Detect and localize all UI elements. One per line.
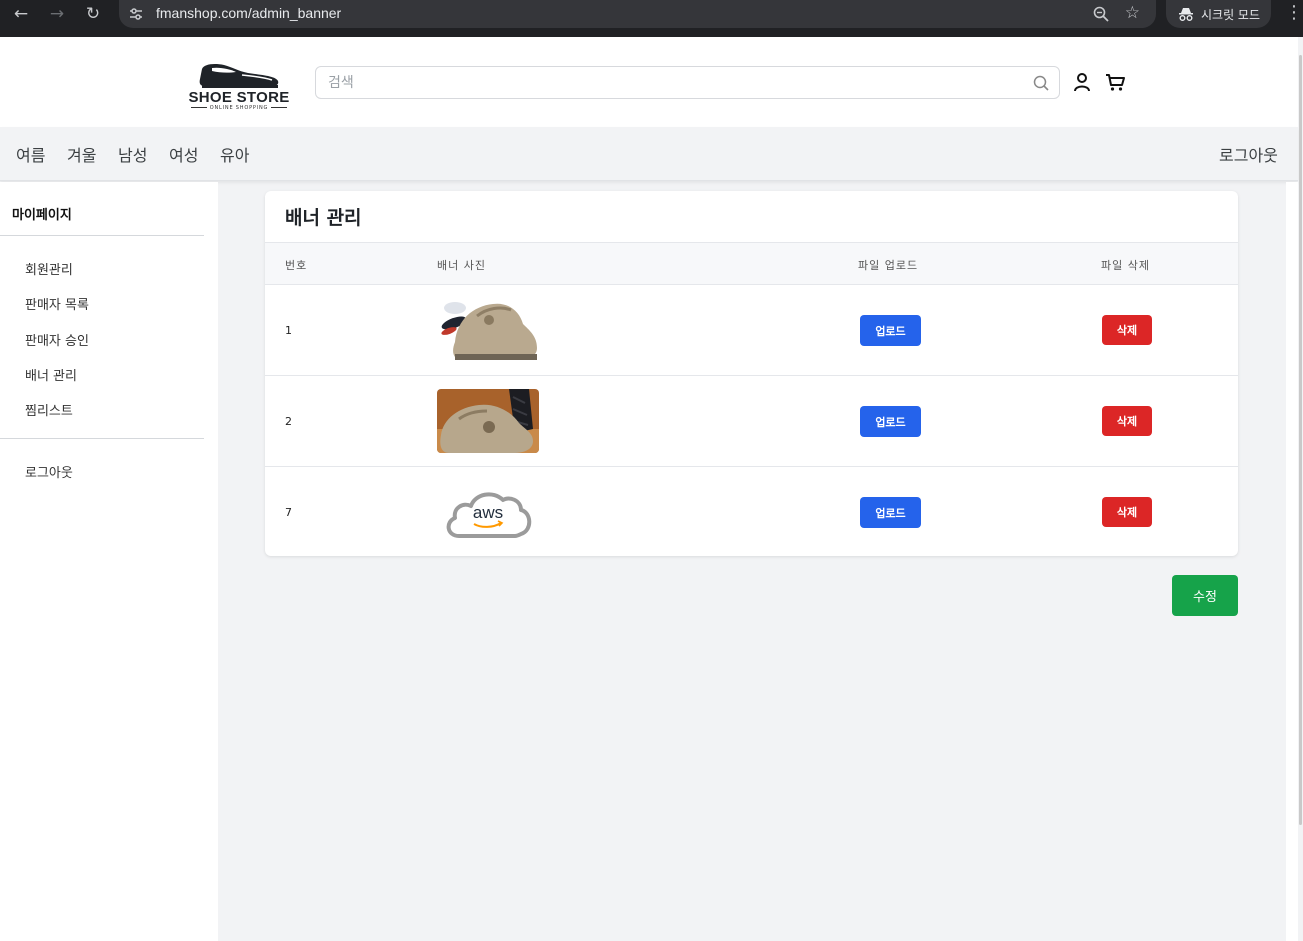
browser-menu-icon[interactable]: ⋮ [1285, 4, 1303, 22]
save-button[interactable]: 수정 [1172, 575, 1238, 616]
category-men[interactable]: 남성 [118, 142, 147, 166]
sidebar: 마이페이지 회원관리 판매자 목록 판매자 승인 배너 관리 찜리스트 로그아웃 [0, 182, 204, 941]
banner-number: 1 [285, 324, 292, 337]
sidebar-title: 마이페이지 [12, 208, 72, 223]
search-icon[interactable] [1032, 74, 1050, 92]
shoe-store-logo[interactable]: SHOE STORE ONLINE SHOPPING [182, 61, 296, 111]
cart-icon[interactable] [1104, 71, 1126, 93]
page-title: 배너 관리 [285, 207, 362, 229]
incognito-label: 시크릿 모드 [1201, 7, 1261, 22]
reload-icon[interactable]: ↻ [81, 0, 105, 27]
delete-button[interactable]: 삭제 [1102, 406, 1152, 436]
back-icon[interactable]: ← [9, 0, 33, 27]
shoe-logo-icon [199, 64, 279, 88]
upload-button[interactable]: 업로드 [860, 497, 921, 528]
category-women[interactable]: 여성 [169, 142, 198, 166]
url-text: fmanshop.com/admin_banner [156, 5, 342, 21]
layout-gutter [204, 182, 218, 941]
sidebar-item-seller-approval[interactable]: 판매자 승인 [25, 330, 89, 349]
incognito-badge[interactable]: 시크릿 모드 [1166, 0, 1271, 28]
page-scrollbar[interactable] [1299, 55, 1302, 825]
logo-brand-text: SHOE STORE [188, 89, 290, 106]
upload-button[interactable]: 업로드 [860, 406, 921, 437]
column-header-number: 번호 [285, 259, 308, 272]
browser-chrome: ← → ↻ fmanshop.com/admin_banner ☆ 시크릿 모드… [0, 0, 1303, 37]
banner-number: 2 [285, 415, 292, 428]
forward-icon[interactable]: → [45, 0, 69, 27]
sidebar-item-members[interactable]: 회원관리 [25, 259, 73, 278]
zoom-icon[interactable] [1092, 5, 1110, 23]
incognito-icon [1179, 8, 1193, 21]
nav-logout-link[interactable]: 로그아웃 [1219, 142, 1278, 166]
right-panel [1286, 182, 1298, 941]
logo-tagline: ONLINE SHOPPING [182, 105, 296, 111]
column-header-upload: 파일 업로드 [858, 259, 919, 272]
aws-smile-icon [473, 520, 504, 528]
site-header: SHOE STORE ONLINE SHOPPING [0, 37, 1298, 127]
column-header-delete: 파일 삭제 [1101, 259, 1150, 272]
search-box [315, 66, 1060, 99]
sidebar-divider [0, 438, 204, 439]
upload-button[interactable]: 업로드 [860, 315, 921, 346]
sidebar-item-banner[interactable]: 배너 관리 [25, 365, 77, 384]
site-settings-icon[interactable] [127, 5, 145, 23]
user-icon[interactable] [1072, 71, 1092, 93]
bookmark-star-icon[interactable]: ☆ [1125, 3, 1140, 23]
category-winter[interactable]: 겨울 [67, 142, 96, 166]
table-header: 번호 배너 사진 파일 업로드 파일 삭제 [265, 242, 1238, 285]
column-header-image: 배너 사진 [437, 259, 486, 272]
category-kids[interactable]: 유아 [220, 142, 249, 166]
sidebar-item-wishlist[interactable]: 찜리스트 [25, 400, 73, 419]
sidebar-item-sellers[interactable]: 판매자 목록 [25, 294, 89, 313]
category-nav: 여름 겨울 남성 여성 유아 로그아웃 [0, 127, 1298, 181]
delete-button[interactable]: 삭제 [1102, 497, 1152, 527]
banner-image [437, 298, 539, 362]
banner-image [437, 389, 539, 453]
search-input[interactable] [328, 73, 1028, 93]
sidebar-logout[interactable]: 로그아웃 [25, 462, 73, 481]
table-row: 1 업로드 삭제 [265, 285, 1238, 376]
category-summer[interactable]: 여름 [16, 142, 45, 166]
delete-button[interactable]: 삭제 [1102, 315, 1152, 345]
banner-image: aws [437, 480, 539, 544]
banner-management-card: 배너 관리 번호 배너 사진 파일 업로드 파일 삭제 1 업로드 삭제 2 업… [265, 191, 1238, 556]
banner-number: 7 [285, 506, 292, 519]
address-bar[interactable]: fmanshop.com/admin_banner ☆ [119, 0, 1156, 28]
table-row: 2 업로드 삭제 [265, 376, 1238, 467]
sidebar-divider [0, 235, 204, 236]
table-row: 7 aws 업로드 삭제 [265, 467, 1238, 556]
